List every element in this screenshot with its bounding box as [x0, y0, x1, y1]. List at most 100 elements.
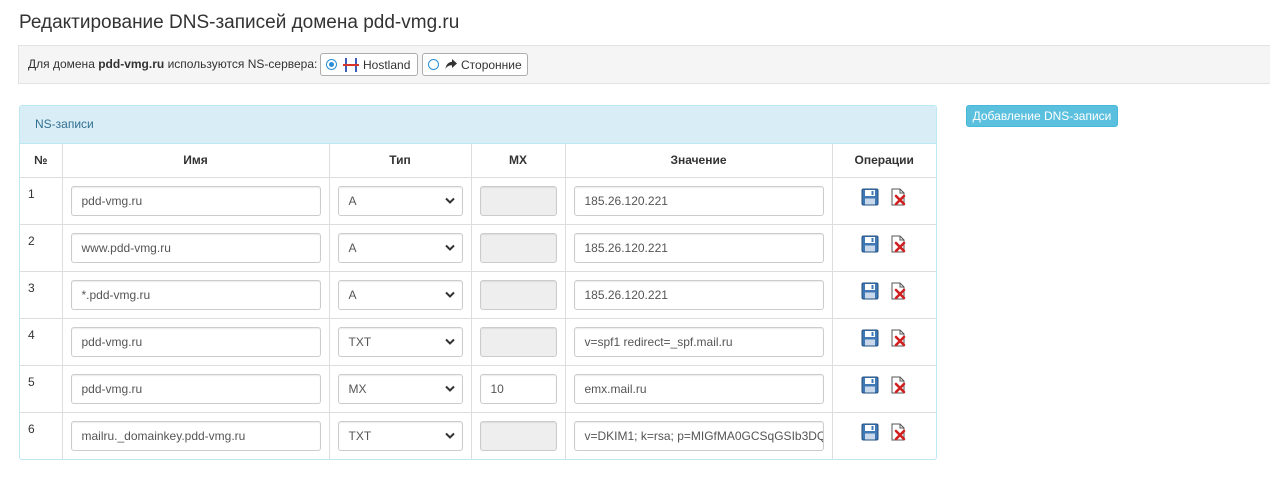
- chevron-down-icon: [444, 385, 455, 392]
- value-cell: emx.mail.ru: [564, 364, 833, 413]
- table-row: 2 www.pdd-vmg.ru A 185.26.120.221: [20, 223, 936, 272]
- row-number: 2: [20, 223, 63, 272]
- save-icon[interactable]: [861, 282, 879, 300]
- col-header-mx: MX: [470, 144, 566, 178]
- type-select-value: TXT: [348, 428, 372, 443]
- ns-server-description: Для домена pdd-vmg.ru используются NS-се…: [28, 57, 317, 71]
- delete-icon[interactable]: [889, 235, 907, 253]
- type-select[interactable]: TXT: [337, 326, 463, 357]
- share-arrow-icon: [445, 59, 457, 69]
- mx-cell: [470, 317, 566, 366]
- type-cell: A: [328, 176, 472, 225]
- value-cell: v=DKIM1; k=rsa; p=MIGfMA0GCSqGSIb3DQEBAQ…: [564, 411, 833, 459]
- table-row: 3 *.pdd-vmg.ru A 185.26.120.221: [20, 270, 936, 319]
- type-select-value: TXT: [348, 334, 372, 349]
- value-input[interactable]: v=spf1 redirect=_spf.mail.ru: [573, 326, 824, 357]
- delete-icon[interactable]: [889, 376, 907, 394]
- type-select-value: MX: [348, 381, 367, 396]
- name-input[interactable]: pdd-vmg.ru: [70, 326, 321, 357]
- chevron-down-icon: [444, 338, 455, 345]
- operations-cell: [831, 364, 936, 413]
- name-input[interactable]: mailru._domainkey.pdd-vmg.ru: [70, 420, 321, 451]
- hostland-logo-icon: [343, 57, 359, 72]
- mx-cell: 10: [470, 364, 566, 413]
- row-number: 5: [20, 364, 63, 413]
- name-input[interactable]: *.pdd-vmg.ru: [70, 279, 321, 310]
- mx-cell: [470, 270, 566, 319]
- type-cell: TXT: [328, 317, 472, 366]
- table-header-row: № Имя Тип MX Значение Операции: [20, 144, 936, 178]
- ns-suffix: используются NS-сервера:: [167, 57, 318, 71]
- delete-icon[interactable]: [889, 423, 907, 441]
- name-input[interactable]: www.pdd-vmg.ru: [70, 232, 321, 263]
- delete-icon[interactable]: [889, 329, 907, 347]
- operations-cell: [831, 176, 936, 225]
- value-input[interactable]: 185.26.120.221: [573, 232, 824, 263]
- panel-heading: NS-записи: [20, 106, 936, 144]
- name-cell: pdd-vmg.ru: [61, 176, 330, 225]
- table-row: 4 pdd-vmg.ru TXT v=spf1 redirect=_spf.ma…: [20, 317, 936, 366]
- type-select-value: A: [348, 287, 357, 302]
- value-cell: 185.26.120.221: [564, 270, 833, 319]
- chevron-down-icon: [444, 244, 455, 251]
- operations-cell: [831, 223, 936, 272]
- type-select-value: A: [348, 193, 357, 208]
- name-cell: *.pdd-vmg.ru: [61, 270, 330, 319]
- value-input[interactable]: 185.26.120.221: [573, 279, 824, 310]
- delete-icon[interactable]: [889, 188, 907, 206]
- mx-cell: [470, 176, 566, 225]
- add-dns-record-button[interactable]: Добавление DNS-записи: [966, 105, 1118, 127]
- delete-icon[interactable]: [889, 282, 907, 300]
- mx-input[interactable]: [479, 326, 557, 357]
- save-icon[interactable]: [861, 423, 879, 441]
- ns-server-bar: Для домена pdd-vmg.ru используются NS-се…: [18, 45, 1270, 84]
- mx-input[interactable]: [479, 232, 557, 263]
- chevron-down-icon: [444, 197, 455, 204]
- ns-option-other[interactable]: Сторонние: [422, 53, 528, 76]
- type-cell: MX: [328, 364, 472, 413]
- chevron-down-icon: [444, 291, 455, 298]
- row-number: 1: [20, 176, 63, 225]
- type-select[interactable]: A: [337, 279, 463, 310]
- ns-records-panel: NS-записи № Имя Тип MX Значение Операции…: [19, 105, 937, 460]
- type-select[interactable]: A: [337, 232, 463, 263]
- name-cell: pdd-vmg.ru: [61, 364, 330, 413]
- value-input[interactable]: 185.26.120.221: [573, 185, 824, 216]
- operations-cell: [831, 270, 936, 319]
- name-input[interactable]: pdd-vmg.ru: [70, 373, 321, 404]
- ns-domain: pdd-vmg.ru: [98, 57, 165, 71]
- save-icon[interactable]: [861, 188, 879, 206]
- name-input[interactable]: pdd-vmg.ru: [70, 185, 321, 216]
- type-select[interactable]: A: [337, 185, 463, 216]
- type-cell: A: [328, 223, 472, 272]
- save-icon[interactable]: [861, 376, 879, 394]
- col-header-number: №: [20, 144, 63, 178]
- col-header-name: Имя: [61, 144, 330, 178]
- mx-input[interactable]: [479, 185, 557, 216]
- name-cell: mailru._domainkey.pdd-vmg.ru: [61, 411, 330, 459]
- chevron-down-icon: [444, 432, 455, 439]
- ns-option-hostland[interactable]: Hostland: [320, 53, 418, 76]
- mx-input[interactable]: [479, 279, 557, 310]
- value-cell: 185.26.120.221: [564, 223, 833, 272]
- table-row: 5 pdd-vmg.ru MX 10 emx.mail.ru: [20, 364, 936, 413]
- name-cell: www.pdd-vmg.ru: [61, 223, 330, 272]
- operations-cell: [831, 317, 936, 366]
- type-select[interactable]: TXT: [337, 420, 463, 451]
- col-header-operations: Операции: [831, 144, 936, 178]
- mx-input[interactable]: 10: [479, 373, 557, 404]
- type-select[interactable]: MX: [337, 373, 463, 404]
- value-cell: 185.26.120.221: [564, 176, 833, 225]
- mx-input[interactable]: [479, 420, 557, 451]
- radio-checked-icon: [326, 59, 337, 70]
- save-icon[interactable]: [861, 329, 879, 347]
- page-title: Редактирование DNS-записей домена pdd-vm…: [19, 12, 460, 33]
- type-cell: A: [328, 270, 472, 319]
- table-row: 6 mailru._domainkey.pdd-vmg.ru TXT v=DKI…: [20, 411, 936, 459]
- value-input[interactable]: v=DKIM1; k=rsa; p=MIGfMA0GCSqGSIb3DQEBAQ…: [573, 420, 824, 451]
- save-icon[interactable]: [861, 235, 879, 253]
- table-row: 1 pdd-vmg.ru A 185.26.120.221: [20, 176, 936, 225]
- operations-cell: [831, 411, 936, 459]
- value-input[interactable]: emx.mail.ru: [573, 373, 824, 404]
- ns-option-hostland-label: Hostland: [363, 57, 411, 72]
